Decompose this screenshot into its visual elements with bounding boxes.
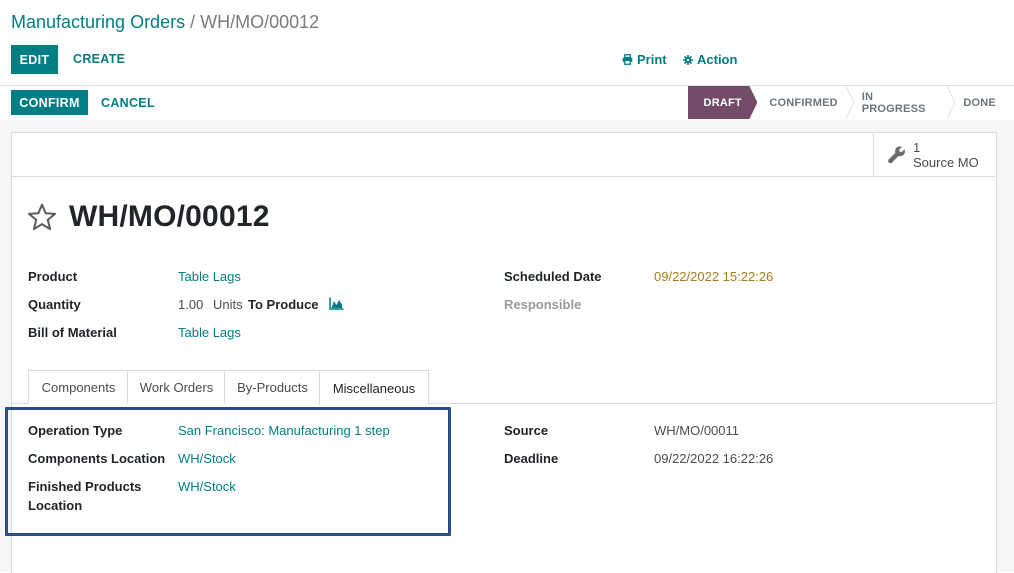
stage-confirmed[interactable]: CONFIRMED — [757, 86, 844, 119]
source-mo-count: 1 — [913, 139, 921, 155]
print-label: Print — [637, 52, 667, 67]
bom-value[interactable]: Table Lags — [178, 325, 241, 340]
record-title: WH/MO/00012 — [69, 200, 270, 233]
stage-chevron-divider — [947, 86, 956, 119]
printer-icon — [622, 54, 633, 65]
area-chart-icon[interactable] — [329, 297, 344, 310]
print-button[interactable]: Print — [622, 52, 667, 67]
status-pipeline: DRAFT CONFIRMED IN PROGRESS DONE — [688, 86, 1014, 119]
product-value[interactable]: Table Lags — [178, 269, 241, 284]
bom-label: Bill of Material — [28, 325, 117, 340]
smart-button-box — [12, 133, 995, 177]
cancel-button[interactable]: CANCEL — [101, 96, 155, 110]
gear-icon — [683, 54, 693, 65]
source-mo-label: Source MO — [913, 154, 979, 170]
stage-draft[interactable]: DRAFT — [688, 86, 757, 119]
tab-work-orders[interactable]: Work Orders — [127, 370, 226, 404]
quantity-suffix: To Produce — [248, 297, 319, 312]
quantity-value[interactable]: 1.00 — [178, 297, 203, 312]
tab-components[interactable]: Components — [28, 370, 129, 404]
breadcrumb-separator: / — [190, 12, 196, 32]
scheduled-date-label: Scheduled Date — [504, 269, 602, 284]
responsible-label: Responsible — [504, 297, 582, 312]
source-value[interactable]: WH/MO/00011 — [654, 423, 739, 438]
action-button[interactable]: Action — [683, 52, 737, 67]
edit-button[interactable]: EDIT — [11, 45, 58, 74]
stage-in-progress[interactable]: IN PROGRESS — [855, 86, 947, 119]
quantity-unit: Units — [213, 297, 243, 312]
create-button[interactable]: CREATE — [73, 52, 125, 66]
breadcrumb-manufacturing-orders[interactable]: Manufacturing Orders — [11, 12, 185, 32]
wrench-icon — [888, 145, 905, 163]
tab-miscellaneous[interactable]: Miscellaneous — [319, 370, 429, 405]
breadcrumb-current: WH/MO/00012 — [200, 12, 320, 32]
product-label: Product — [28, 269, 78, 284]
deadline-label: Deadline — [504, 451, 559, 466]
deadline-value[interactable]: 09/22/2022 16:22:26 — [654, 451, 773, 466]
stage-chevron-divider — [845, 86, 855, 119]
scheduled-date-value[interactable]: 09/22/2022 15:22:26 — [654, 269, 773, 284]
action-label: Action — [697, 52, 738, 67]
star-icon[interactable] — [27, 203, 57, 232]
source-mo-button[interactable]: 1 Source MO — [873, 133, 996, 176]
tab-by-products[interactable]: By-Products — [224, 370, 321, 404]
quantity-label: Quantity — [28, 297, 81, 312]
source-label: Source — [504, 423, 549, 438]
stage-done[interactable]: DONE — [956, 86, 1014, 119]
highlight-box — [5, 407, 451, 536]
confirm-button[interactable]: CONFIRM — [11, 90, 88, 115]
breadcrumb: Manufacturing Orders / WH/MO/00012 — [11, 12, 319, 33]
